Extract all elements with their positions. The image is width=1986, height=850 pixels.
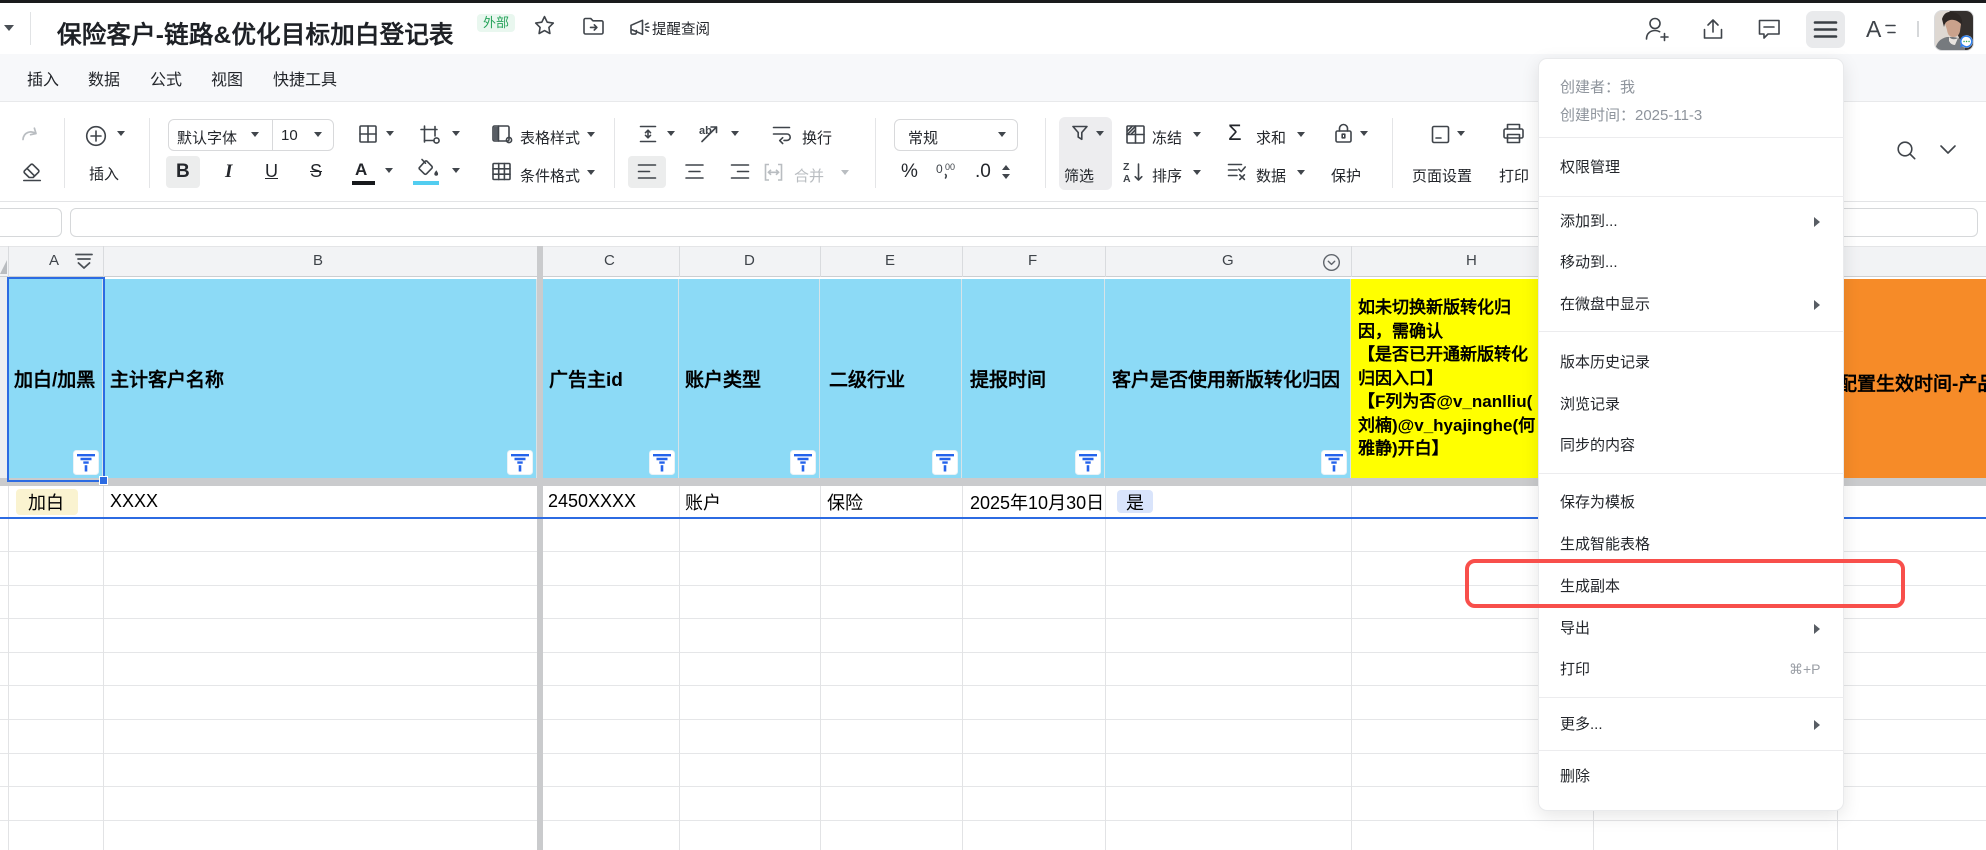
svg-text:0: 0 <box>936 162 943 176</box>
svg-text:A: A <box>1123 173 1131 185</box>
svg-text:ab: ab <box>699 125 712 137</box>
svg-text:Z: Z <box>1123 161 1130 173</box>
svg-text:00: 00 <box>945 162 955 172</box>
svg-text:A: A <box>1866 16 1882 42</box>
